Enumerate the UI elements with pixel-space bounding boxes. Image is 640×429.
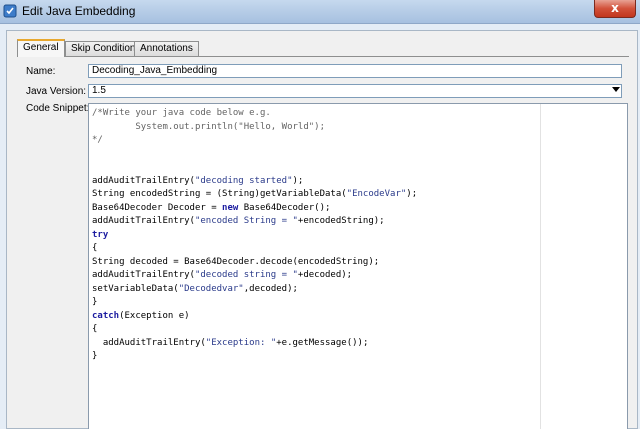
java-version-label: Java Version: xyxy=(26,86,87,97)
code-line: { xyxy=(92,323,532,337)
code-token: "Exception: " xyxy=(205,337,277,348)
code-token: { xyxy=(92,324,98,334)
java-version-value: 1.5 xyxy=(92,85,106,96)
code-token: setVariableData( xyxy=(92,283,179,294)
app-icon xyxy=(3,4,17,18)
code-token: Base64Decoder Decoder = xyxy=(92,202,223,213)
tab-skip-condition[interactable]: Skip Condition xyxy=(65,41,142,56)
code-token: String encodedString = (String)getVariab… xyxy=(92,189,347,199)
code-token: new xyxy=(222,202,239,213)
code-line: String decoded = Base64Decoder.decode(en… xyxy=(92,256,532,270)
code-token: try xyxy=(92,229,109,240)
java-version-select[interactable]: 1.5 xyxy=(88,84,622,98)
code-line: addAuditTrailEntry("decoding started"); xyxy=(92,175,532,189)
code-editor[interactable]: /*Write your java code below e.g. System… xyxy=(88,103,628,429)
code-token: ); xyxy=(406,189,418,199)
tab-panel-border xyxy=(17,56,629,57)
code-snippet-label: Code Snippet: xyxy=(26,103,90,114)
code-token: +encodedString); xyxy=(297,216,385,226)
code-line: System.out.println("Hello, World"); xyxy=(92,121,532,135)
code-token: } xyxy=(92,351,98,361)
code-token: "EncodeVar" xyxy=(346,189,407,199)
close-button[interactable]: x xyxy=(594,0,636,18)
code-token: addAuditTrailEntry( xyxy=(92,337,206,348)
title-bar: Edit Java Embedding x xyxy=(0,0,640,24)
code-line: Base64Decoder Decoder = new Base64Decode… xyxy=(92,202,532,216)
code-token: /*Write your java code below e.g. xyxy=(92,108,271,118)
code-content[interactable]: /*Write your java code below e.g. System… xyxy=(92,107,532,364)
code-line: addAuditTrailEntry("encoded String = "+e… xyxy=(92,215,532,229)
name-label: Name: xyxy=(26,66,56,77)
code-line: } xyxy=(92,350,532,364)
tab-general[interactable]: General xyxy=(17,39,65,57)
dialog-frame: General Skip Condition Annotations Name:… xyxy=(0,24,640,429)
code-token: System.out.println("Hello, World"); xyxy=(92,121,325,132)
code-token: Base64Decoder(); xyxy=(238,202,331,213)
code-line: */ xyxy=(92,134,532,148)
code-line: addAuditTrailEntry("Exception: "+e.getMe… xyxy=(92,337,532,351)
right-margin-guide xyxy=(540,104,541,429)
code-line: catch(Exception e) xyxy=(92,310,532,324)
dialog-body: General Skip Condition Annotations Name:… xyxy=(6,30,638,429)
code-token: "decoding started" xyxy=(194,175,293,186)
code-line: String encodedString = (String)getVariab… xyxy=(92,188,532,202)
code-token: ); xyxy=(292,175,304,186)
code-token: } xyxy=(92,297,98,307)
code-token: +e.getMessage()); xyxy=(276,337,369,348)
code-line: setVariableData("Decodedvar",decoded); xyxy=(92,283,532,297)
chevron-down-icon[interactable] xyxy=(612,87,620,92)
code-token: */ xyxy=(92,135,103,145)
code-token: addAuditTrailEntry( xyxy=(92,270,195,280)
code-token: (Exception e) xyxy=(119,310,190,321)
code-token: addAuditTrailEntry( xyxy=(92,216,195,226)
code-token: ,decoded); xyxy=(243,283,298,294)
tab-annotations[interactable]: Annotations xyxy=(134,41,199,56)
code-token: +decoded); xyxy=(297,270,353,280)
code-line: { xyxy=(92,242,532,256)
code-line: } xyxy=(92,296,532,310)
code-line: try xyxy=(92,229,532,243)
code-token: "encoded String = " xyxy=(194,216,298,226)
code-line: /*Write your java code below e.g. xyxy=(92,107,532,121)
window-title: Edit Java Embedding xyxy=(22,4,136,18)
code-token: { xyxy=(92,243,98,253)
code-token: addAuditTrailEntry( xyxy=(92,175,195,186)
code-token: String decoded = Base64Decoder.decode(en… xyxy=(92,256,380,267)
code-token: "Decodedvar" xyxy=(178,283,244,294)
name-field[interactable]: Decoding_Java_Embedding xyxy=(88,64,622,78)
code-token: "decoded string = " xyxy=(194,270,298,280)
code-token: catch xyxy=(92,310,120,321)
code-line: addAuditTrailEntry("decoded string = "+d… xyxy=(92,269,532,283)
